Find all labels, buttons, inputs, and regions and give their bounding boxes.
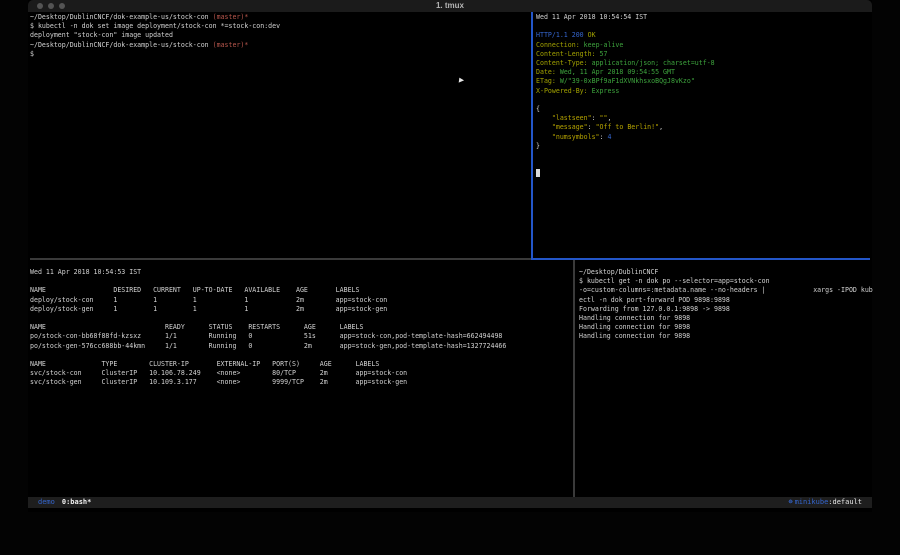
pane-bottom-left[interactable]: Wed 11 Apr 2018 10:54:53 IST NAME DESIRE… — [30, 268, 570, 496]
status-left: demo 0:bash* — [38, 497, 91, 508]
terminal-line — [536, 22, 870, 31]
status-right: ☸minikube:default — [788, 497, 862, 508]
tmux-status-bar: demo 0:bash* ☸minikube:default — [28, 497, 872, 508]
terminal-window: 1. tmux ~/Desktop/DublinCNCF/dok-example… — [28, 0, 872, 512]
terminal-line: ~/Desktop/DublinCNCF/dok-example-us/stoc… — [30, 41, 530, 50]
terminal-line: { — [536, 105, 870, 114]
pane-divider-vertical-top[interactable] — [531, 12, 533, 258]
terminal-line: svc/stock-con ClusterIP 10.106.78.249 <n… — [30, 369, 570, 378]
window-tab[interactable]: 0:bash* — [62, 498, 92, 506]
terminal-line: ectl -n dok port-forward POD 9898:9898 — [579, 296, 869, 305]
terminal-line: Connection: keep-alive — [536, 41, 870, 50]
terminal-line — [536, 169, 870, 178]
terminal-line: "message": "Off to Berlin!", — [536, 123, 870, 132]
terminal-line — [30, 314, 570, 323]
terminal-line: Handling connection for 9898 — [579, 314, 869, 323]
window-title: 1. tmux — [28, 1, 872, 10]
terminal-line: po/stock-con-bb68f88fd-kzsxz 1/1 Running… — [30, 332, 570, 341]
terminal-line — [536, 160, 870, 169]
terminal-line: $ kubectl get -n dok po --selector=app=s… — [579, 277, 869, 286]
terminal-line: -o=custom-columns=:metadata.name --no-he… — [579, 286, 869, 295]
pane-divider-horizontal-right[interactable] — [531, 258, 870, 260]
terminal-line — [536, 151, 870, 160]
terminal-line: "lastseen": "", — [536, 114, 870, 123]
terminal-line: ETag: W/"39-0xBPf9aF1dXVNkhsxoBQgJ8vKzo" — [536, 77, 870, 86]
terminal-line: deploy/stock-con 1 1 1 1 2m app=stock-co… — [30, 296, 570, 305]
pane-top-right[interactable]: Wed 11 Apr 2018 10:54:54 IST HTTP/1.1 20… — [536, 13, 870, 258]
terminal-line: Date: Wed, 11 Apr 2018 09:54:55 GMT — [536, 68, 870, 77]
pane-top-left[interactable]: ~/Desktop/DublinCNCF/dok-example-us/stoc… — [30, 13, 530, 258]
terminal-line: Content-Type: application/json; charset=… — [536, 59, 870, 68]
terminal-line: deploy/stock-gen 1 1 1 1 2m app=stock-ge… — [30, 305, 570, 314]
terminal-line: ~/Desktop/DublinCNCF/dok-example-us/stoc… — [30, 13, 530, 22]
desktop-background: 1. tmux ~/Desktop/DublinCNCF/dok-example… — [0, 0, 900, 555]
terminal-line: Wed 11 Apr 2018 10:54:53 IST — [30, 268, 570, 277]
terminal-line: Content-Length: 57 — [536, 50, 870, 59]
session-name: demo — [38, 498, 55, 506]
terminal-line: HTTP/1.1 200 OK — [536, 31, 870, 40]
terminal-line: $ kubectl -n dok set image deployment/st… — [30, 22, 530, 31]
pane-divider-horizontal-left[interactable] — [30, 258, 531, 260]
terminal-line: Handling connection for 9898 — [579, 323, 869, 332]
window-titlebar[interactable]: 1. tmux — [28, 0, 872, 12]
terminal-line: X-Powered-By: Express — [536, 87, 870, 96]
terminal-line — [30, 277, 570, 286]
pane-divider-vertical-bottom[interactable] — [573, 260, 575, 497]
kubernetes-helm-icon: ☸ — [788, 498, 792, 506]
terminal-line: } — [536, 142, 870, 151]
terminal-line: deployment "stock-con" image updated — [30, 31, 530, 40]
kube-context: minikube — [795, 498, 829, 506]
terminal-line — [30, 351, 570, 360]
terminal-line: Handling connection for 9898 — [579, 332, 869, 341]
terminal-line: NAME DESIRED CURRENT UP-TO-DATE AVAILABL… — [30, 286, 570, 295]
terminal-line — [536, 96, 870, 105]
terminal-body: ~/Desktop/DublinCNCF/dok-example-us/stoc… — [28, 12, 872, 497]
kube-namespace: :default — [828, 498, 862, 506]
terminal-line: Wed 11 Apr 2018 10:54:54 IST — [536, 13, 870, 22]
terminal-line: Forwarding from 127.0.0.1:9898 -> 9898 — [579, 305, 869, 314]
terminal-line: po/stock-gen-576cc688bb-44kmn 1/1 Runnin… — [30, 342, 570, 351]
terminal-line: svc/stock-gen ClusterIP 10.109.3.177 <no… — [30, 378, 570, 387]
terminal-line: ~/Desktop/DublinCNCF — [579, 268, 869, 277]
mouse-pointer-icon — [459, 78, 465, 84]
terminal-line: NAME READY STATUS RESTARTS AGE LABELS — [30, 323, 570, 332]
pane-bottom-right[interactable]: ~/Desktop/DublinCNCF$ kubectl get -n dok… — [579, 268, 869, 496]
terminal-line: $ — [30, 50, 530, 59]
terminal-line: NAME TYPE CLUSTER-IP EXTERNAL-IP PORT(S)… — [30, 360, 570, 369]
terminal-line: "numsymbols": 4 — [536, 133, 870, 142]
